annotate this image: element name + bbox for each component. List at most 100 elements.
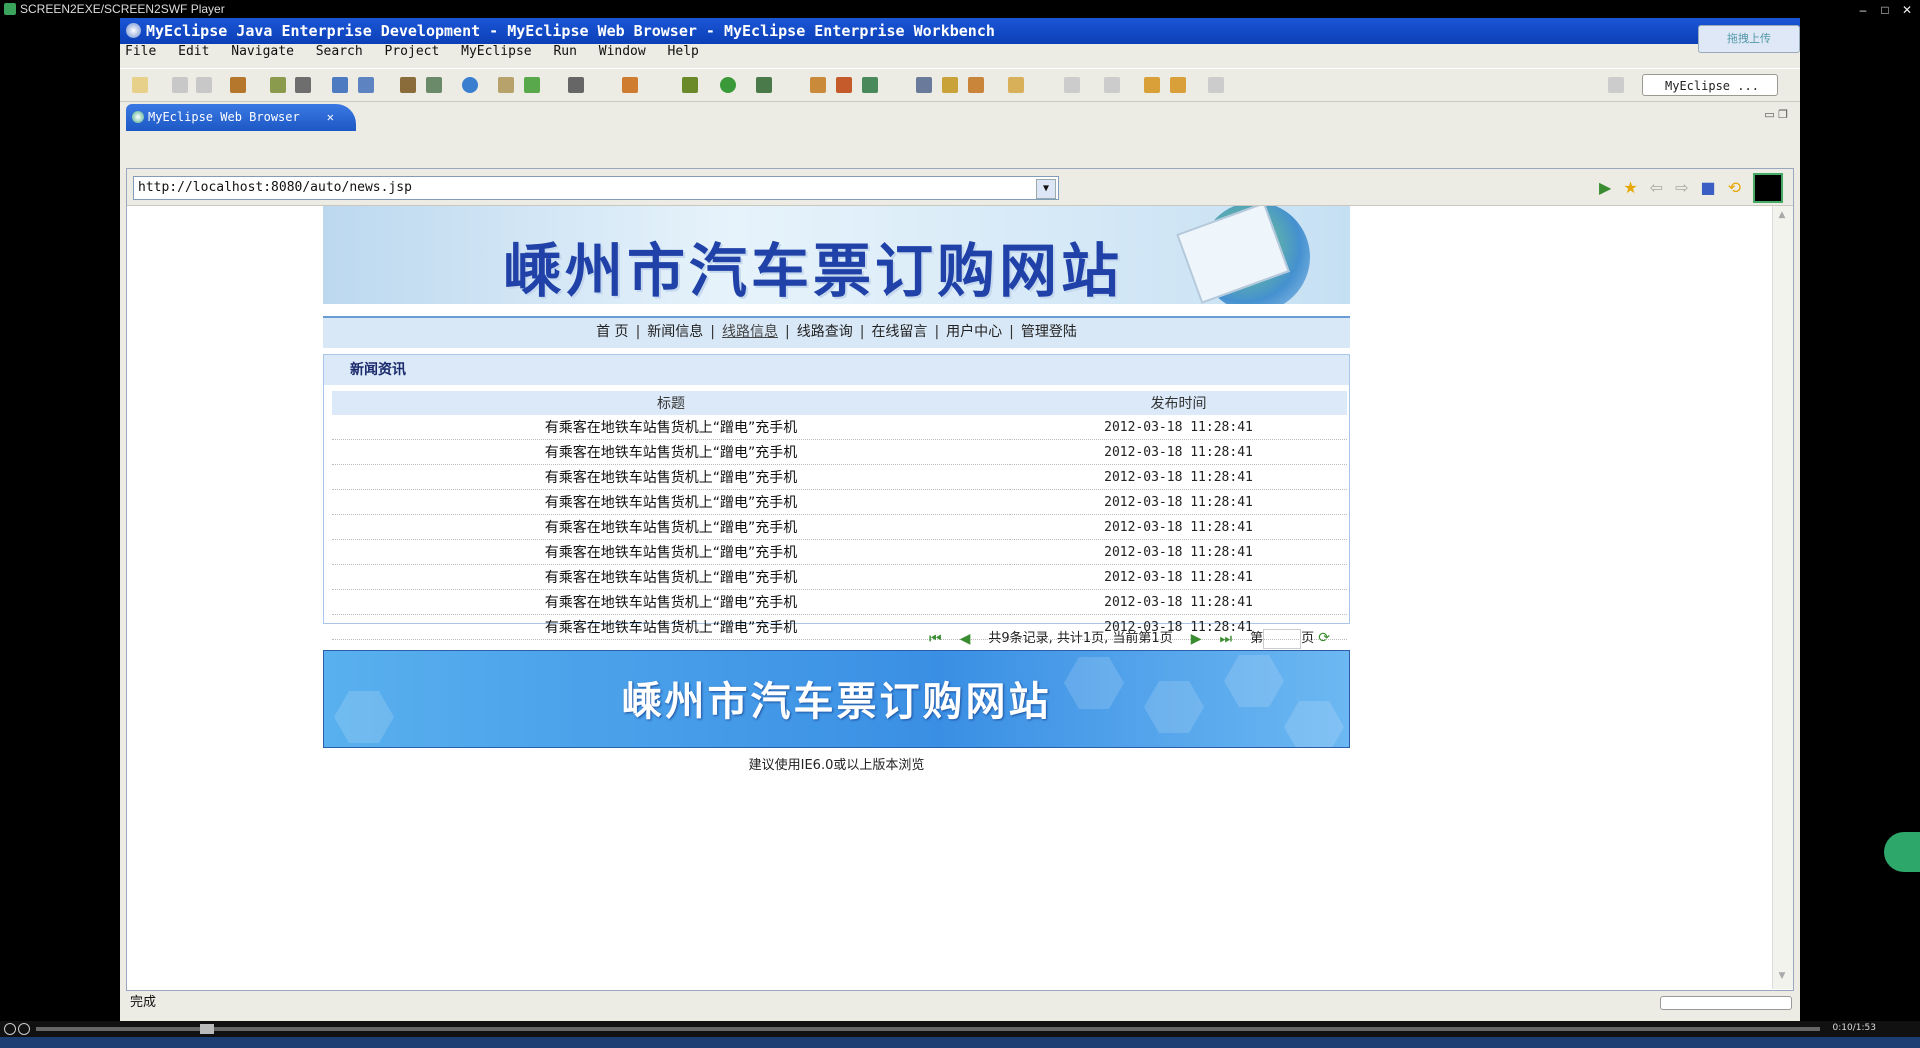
menu-project[interactable]: Project (385, 44, 440, 59)
nav-route-search[interactable]: 线路查询 (790, 324, 860, 340)
camera-icon[interactable] (568, 77, 584, 93)
tab-web-browser[interactable]: MyEclipse Web Browser ✕ (126, 104, 356, 131)
seek-handle[interactable] (200, 1024, 214, 1034)
news-title-link[interactable]: 有乘客在地铁车站售货机上“蹭电”充手机 (332, 539, 1010, 565)
browser-icon[interactable] (1008, 77, 1024, 93)
stop-icon[interactable] (18, 1023, 30, 1035)
wizard-icon[interactable] (426, 77, 442, 93)
news-title-link[interactable]: 有乘客在地铁车站售货机上“蹭电”充手机 (332, 415, 1010, 440)
task-icon[interactable] (968, 77, 984, 93)
class-icon[interactable] (836, 77, 852, 93)
menu-myeclipse[interactable]: MyEclipse (461, 44, 531, 59)
nav-admin-login[interactable]: 管理登陆 (1014, 324, 1084, 340)
table-row: 有乘客在地铁车站售货机上“蹭电”充手机 2012-03-18 11:28:41 (332, 539, 1347, 565)
taskbar (0, 1037, 1920, 1048)
side-badge[interactable] (1884, 832, 1920, 872)
run-icon[interactable] (720, 77, 736, 93)
back-icon[interactable] (1170, 77, 1186, 93)
news-title-link[interactable]: 有乘客在地铁车站售货机上“蹭电”充手机 (332, 439, 1010, 465)
vertical-scrollbar[interactable]: ▲ ▼ (1772, 206, 1793, 989)
chevron-down-icon[interactable]: ▼ (1036, 179, 1056, 199)
scroll-up-icon[interactable]: ▲ (1775, 210, 1789, 224)
news-time: 2012-03-18 11:28:41 (1010, 514, 1347, 540)
nav-news[interactable]: 新闻信息 (640, 324, 710, 340)
open-perspective-icon[interactable] (1608, 77, 1624, 93)
news-section: 新闻资讯 标题 发布时间 有乘客在地铁车站售货机上“蹭电”充手机 2012-03-… (323, 354, 1350, 640)
go-icon[interactable]: ▶ (1599, 178, 1611, 203)
seek-bar[interactable] (36, 1027, 1820, 1031)
new-icon[interactable] (132, 77, 148, 93)
open-icon[interactable] (498, 77, 514, 93)
last-edit-icon[interactable] (1144, 77, 1160, 93)
build-icon[interactable] (400, 77, 416, 93)
header-banner: 嵊州市汽车票订购网站 (323, 206, 1350, 306)
news-title-link[interactable]: 有乘客在地铁车站售货机上“蹭电”充手机 (332, 464, 1010, 490)
deploy-icon[interactable] (332, 77, 348, 93)
news-title-link[interactable]: 有乘客在地铁车站售货机上“蹭电”充手机 (332, 514, 1010, 540)
next-page-icon[interactable]: ▶ (1191, 627, 1202, 651)
palette-icon[interactable] (622, 77, 638, 93)
perspective-switcher[interactable]: MyEclipse ... (1642, 74, 1778, 96)
menu-search[interactable]: Search (316, 44, 363, 59)
page-number-input[interactable] (1263, 628, 1302, 649)
refresh-icon[interactable] (524, 77, 540, 93)
table-row: 有乘客在地铁车站售货机上“蹭电”充手机 2012-03-18 11:28:41 (332, 564, 1347, 590)
pause-icon[interactable] (4, 1023, 16, 1035)
go-page-icon[interactable]: ⟳ (1318, 630, 1330, 646)
page-prefix: 第 (1250, 631, 1264, 646)
refresh-icon[interactable]: ⟲ (1728, 178, 1741, 203)
nav-routes[interactable]: 线路信息 (715, 324, 785, 340)
prev-page-icon[interactable]: ◀ (960, 627, 971, 651)
black-square-icon[interactable] (1753, 173, 1783, 203)
stop-icon[interactable]: ■ (1700, 178, 1715, 203)
search-icon[interactable] (358, 77, 374, 93)
last-page-icon[interactable]: ⏭ (1219, 627, 1232, 651)
forward-icon[interactable] (1208, 77, 1224, 93)
close-tab-icon[interactable]: ✕ (327, 104, 334, 131)
nav-message[interactable]: 在线留言 (864, 324, 934, 340)
forward-icon[interactable]: ⇨ (1675, 178, 1688, 203)
news-title-link[interactable]: 有乘客在地铁车站售货机上“蹭电”充手机 (332, 564, 1010, 590)
first-page-icon[interactable]: ⏮ (929, 627, 942, 651)
favorites-icon[interactable]: ★ (1623, 178, 1637, 203)
type-icon[interactable] (810, 77, 826, 93)
scroll-down-icon[interactable]: ▼ (1775, 971, 1789, 985)
prev-annotation-icon[interactable] (1104, 77, 1120, 93)
ide-title-bar: MyEclipse Java Enterprise Development - … (120, 18, 1800, 53)
news-title-link[interactable]: 有乘客在地铁车站售货机上“蹭电”充手机 (332, 489, 1010, 515)
save-icon[interactable] (172, 77, 188, 93)
nav-home[interactable]: 首 页 (589, 324, 635, 340)
editor-tabs: MyEclipse Web Browser ✕ ▭ ❐ (120, 102, 1800, 132)
next-annotation-icon[interactable] (1064, 77, 1080, 93)
package-icon[interactable] (230, 77, 246, 93)
menu-help[interactable]: Help (668, 44, 699, 59)
minimize-icon[interactable]: – (1856, 1, 1870, 19)
menu-edit[interactable]: Edit (178, 44, 209, 59)
nav-user-center[interactable]: 用户中心 (939, 324, 1009, 340)
footer-title: 嵊州市汽车票订购网站 (621, 679, 1052, 725)
folder-icon[interactable] (916, 77, 932, 93)
gear-icon[interactable] (862, 77, 878, 93)
menu-run[interactable]: Run (553, 44, 576, 59)
url-input[interactable]: http://localhost:8080/auto/news.jsp ▼ (133, 176, 1059, 200)
myeclipse-icon (126, 23, 141, 38)
external-tools-icon[interactable] (756, 77, 772, 93)
menu-navigate[interactable]: Navigate (231, 44, 294, 59)
print-icon[interactable] (196, 77, 212, 93)
globe-icon[interactable] (462, 77, 478, 93)
maximize-icon[interactable]: □ (1878, 1, 1892, 19)
page-suffix: 页 (1301, 631, 1315, 646)
upload-button[interactable]: 拖拽上传 (1698, 25, 1800, 53)
pencil-icon[interactable] (942, 77, 958, 93)
minimize-view-icon[interactable]: ▭ (1764, 108, 1774, 121)
menu-file[interactable]: File (125, 44, 156, 59)
bug-icon[interactable] (682, 77, 698, 93)
debug-icon[interactable] (270, 77, 286, 93)
maximize-view-icon[interactable]: ❐ (1778, 108, 1788, 121)
back-icon[interactable]: ⇦ (1650, 178, 1663, 203)
browser-status-bar: 完成 (126, 992, 1796, 1014)
close-icon[interactable]: ✕ (1900, 1, 1914, 19)
menu-window[interactable]: Window (599, 44, 646, 59)
server-icon[interactable] (295, 77, 311, 93)
news-title-link[interactable]: 有乘客在地铁车站售货机上“蹭电”充手机 (332, 589, 1010, 615)
